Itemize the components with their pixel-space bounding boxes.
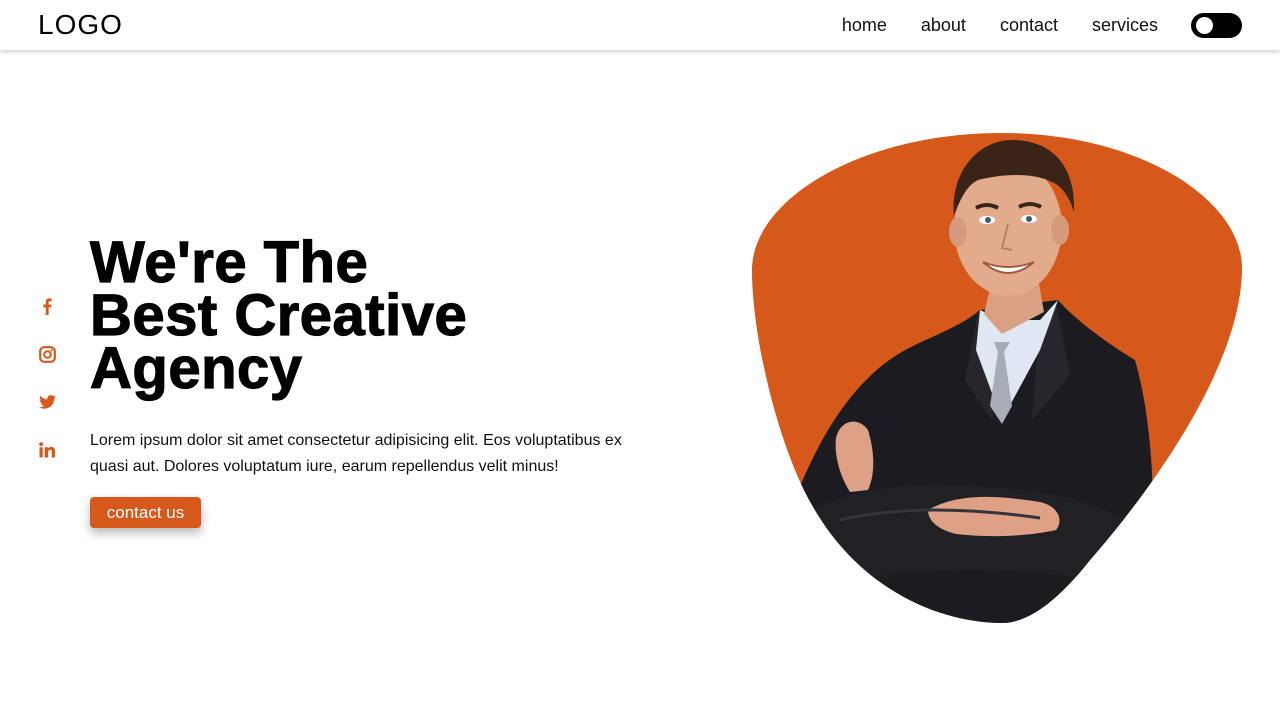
twitter-icon	[38, 395, 56, 409]
twitter-link[interactable]	[37, 392, 57, 412]
toggle-knob	[1196, 17, 1213, 34]
theme-toggle[interactable]	[1191, 13, 1242, 38]
hero-title-line-3: Agency	[89, 336, 303, 401]
contact-us-button[interactable]: contact us	[90, 497, 201, 528]
hero-image	[740, 120, 1260, 640]
nav-link-home[interactable]: home	[842, 15, 887, 36]
hero-illustration	[752, 133, 1242, 623]
linkedin-icon	[39, 442, 55, 458]
instagram-link[interactable]	[37, 344, 57, 364]
hero-description: Lorem ipsum dolor sit amet consectetur a…	[90, 432, 622, 475]
nav-link-services[interactable]: services	[1092, 15, 1158, 36]
site-header: LOGO home about contact services	[0, 0, 1280, 50]
facebook-icon	[43, 298, 52, 315]
hero-title-line-1: We're The	[89, 230, 369, 295]
linkedin-link[interactable]	[37, 440, 57, 460]
nav-link-contact[interactable]: contact	[1000, 15, 1058, 36]
nav-link-about[interactable]: about	[921, 15, 966, 36]
main-nav: home about contact services	[842, 0, 1158, 50]
facebook-link[interactable]	[37, 296, 57, 316]
hero-title: We're The Best Creative Agency	[89, 230, 468, 401]
instagram-icon	[38, 345, 56, 363]
logo[interactable]: LOGO	[38, 9, 123, 41]
hero-title-line-2: Best Creative	[89, 283, 468, 348]
